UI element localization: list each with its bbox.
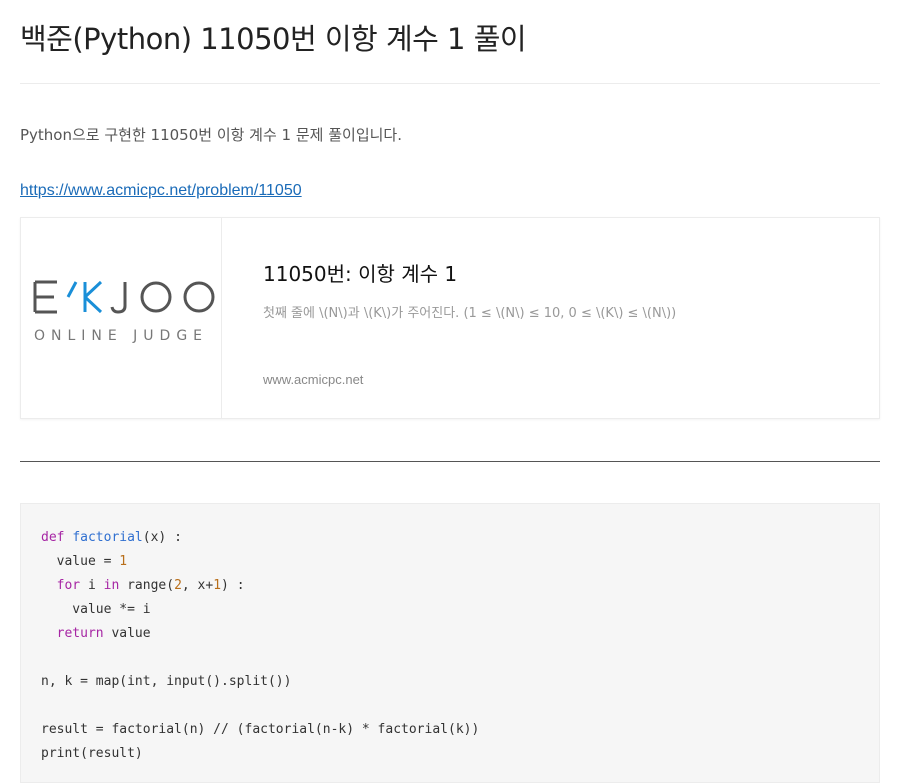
- code-token: range(: [119, 578, 175, 593]
- code-token: result = factorial(n) // (factorial(n-k)…: [41, 722, 480, 737]
- baekjoon-logo-icon: ONLINE JUDGE: [33, 280, 215, 344]
- problem-link[interactable]: https://www.acmicpc.net/problem/11050: [20, 182, 302, 200]
- code-keyword: in: [103, 578, 120, 593]
- code-token: value *= i: [41, 602, 151, 617]
- preview-description: 첫째 줄에 \(N\)과 \(K\)가 주어진다. (1 ≤ \(N\) ≤ 1…: [263, 306, 677, 321]
- link-preview-body: 11050번: 이항 계수 1 첫째 줄에 \(N\)과 \(K\)가 주어진다…: [222, 218, 879, 418]
- code-keyword: def: [41, 530, 65, 545]
- preview-title: 11050번: 이항 계수 1: [263, 262, 458, 286]
- code-keyword: for: [56, 578, 81, 593]
- code-token: value: [103, 626, 151, 641]
- code-token: n, k = map(int, input().split()): [41, 674, 292, 689]
- code-number: 1: [213, 578, 222, 593]
- code-token: print(result): [41, 746, 143, 761]
- code-text: def factorial(x) : value = 1 for i in ra…: [41, 526, 479, 766]
- code-number: 2: [174, 578, 182, 593]
- post-title: 백준(Python) 11050번 이항 계수 1 풀이: [20, 22, 527, 56]
- code-block[interactable]: def factorial(x) : value = 1 for i in ra…: [20, 503, 880, 783]
- preview-host: www.acmicpc.net: [263, 372, 364, 387]
- section-divider: [20, 461, 880, 462]
- code-token: i: [80, 578, 104, 593]
- baekjoon-logo: ONLINE JUDGE: [21, 218, 222, 418]
- code-number: 1: [119, 554, 128, 569]
- title-divider: [20, 83, 880, 84]
- code-token: ) :: [221, 578, 245, 593]
- code-keyword: return: [56, 626, 104, 641]
- code-token: , x+: [181, 578, 214, 593]
- code-token: (x) :: [142, 530, 182, 545]
- code-token: value =: [41, 554, 120, 569]
- logo-caption: ONLINE JUDGE: [34, 328, 208, 344]
- link-preview-card[interactable]: ONLINE JUDGE 11050번: 이항 계수 1 첫째 줄에 \(N\)…: [20, 217, 880, 419]
- code-function-name: factorial: [72, 530, 143, 545]
- post-intro: Python으로 구현한 11050번 이항 계수 1 문제 풀이입니다.: [20, 126, 403, 144]
